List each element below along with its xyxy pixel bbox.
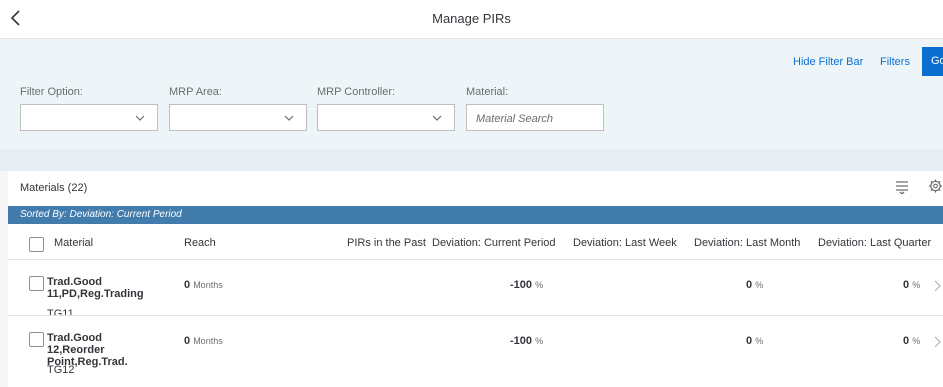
reach-cell: 0 Months [184,335,223,347]
mrp-area-label: MRP Area: [169,86,222,98]
percent-unit: % [912,336,921,346]
table-row[interactable]: Trad.Good 12,Reorder Point,Reg.Trad. TG1… [8,315,943,376]
chevron-down-icon [135,115,145,121]
row-checkbox[interactable] [29,276,44,291]
dev-month-value: 0 [746,279,753,291]
filters-button[interactable]: Filters [880,56,910,68]
page-title: Manage PIRs [432,11,511,26]
dev-quarter-cell: 0 % [903,279,920,291]
material-name: Trad.Good 11,PD,Reg.Trading [47,276,144,300]
column-header-pirs-past[interactable]: PIRs in the Past [347,237,426,249]
reach-value: 0 [184,279,191,291]
column-header-dev-quarter[interactable]: Deviation: Last Quarter [818,237,931,249]
material-name: Trad.Good 12,Reorder Point,Reg.Trad. [47,332,128,368]
percent-unit: % [535,336,544,346]
dev-quarter-value: 0 [903,335,910,347]
reach-value: 0 [184,335,191,347]
filter-option-label: Filter Option: [20,86,83,98]
chevron-right-icon[interactable] [933,280,941,292]
go-button[interactable]: Go [922,47,943,76]
percent-unit: % [755,336,764,346]
column-header-dev-month[interactable]: Deviation: Last Month [694,237,800,249]
sort-icon [896,181,908,195]
percent-unit: % [912,280,921,290]
table-title: Materials (22) [20,182,88,194]
mrp-area-select[interactable] [169,104,307,131]
shell-header: Manage PIRs [0,0,943,39]
content-band [0,149,943,171]
dev-month-cell: 0 % [746,335,763,347]
chevron-right-icon[interactable] [933,336,941,348]
dev-current-cell: -100 % [510,335,543,347]
chevron-down-icon [432,115,442,121]
mrp-controller-label: MRP Controller: [317,86,396,98]
sort-button[interactable] [895,178,909,199]
column-header-reach[interactable]: Reach [184,237,216,249]
reach-unit: Months [193,280,223,290]
mrp-controller-select[interactable] [317,104,455,131]
dev-quarter-cell: 0 % [903,335,920,347]
select-all-checkbox[interactable] [29,237,44,252]
dev-current-value: -100 [510,279,533,291]
column-header-material[interactable]: Material [54,237,93,249]
dev-month-value: 0 [746,335,753,347]
hide-filter-bar-button[interactable]: Hide Filter Bar [793,56,863,68]
dev-month-cell: 0 % [746,279,763,291]
settings-icon [928,179,943,193]
material-id: TG12 [47,364,75,376]
settings-button[interactable] [928,178,943,199]
percent-unit: % [535,280,544,290]
reach-unit: Months [193,336,223,346]
dev-current-value: -100 [510,335,533,347]
column-header-dev-week[interactable]: Deviation: Last Week [573,237,677,249]
material-label: Material: [466,86,509,98]
row-checkbox[interactable] [29,332,44,347]
percent-unit: % [755,280,764,290]
dev-current-cell: -100 % [510,279,543,291]
table-row[interactable]: Trad.Good 11,PD,Reg.Trading TG11 0 Month… [8,259,943,320]
material-search-input[interactable]: Material Search [466,104,604,131]
materials-table: Materials (22) Sorted By: Deviation: Cur… [8,171,943,387]
filter-option-select[interactable] [20,104,158,131]
reach-cell: 0 Months [184,279,223,291]
chevron-down-icon [284,115,294,121]
dev-quarter-value: 0 [903,279,910,291]
column-header-dev-current[interactable]: Deviation: Current Period [432,237,556,249]
sort-info-bar: Sorted By: Deviation: Current Period [8,206,943,224]
